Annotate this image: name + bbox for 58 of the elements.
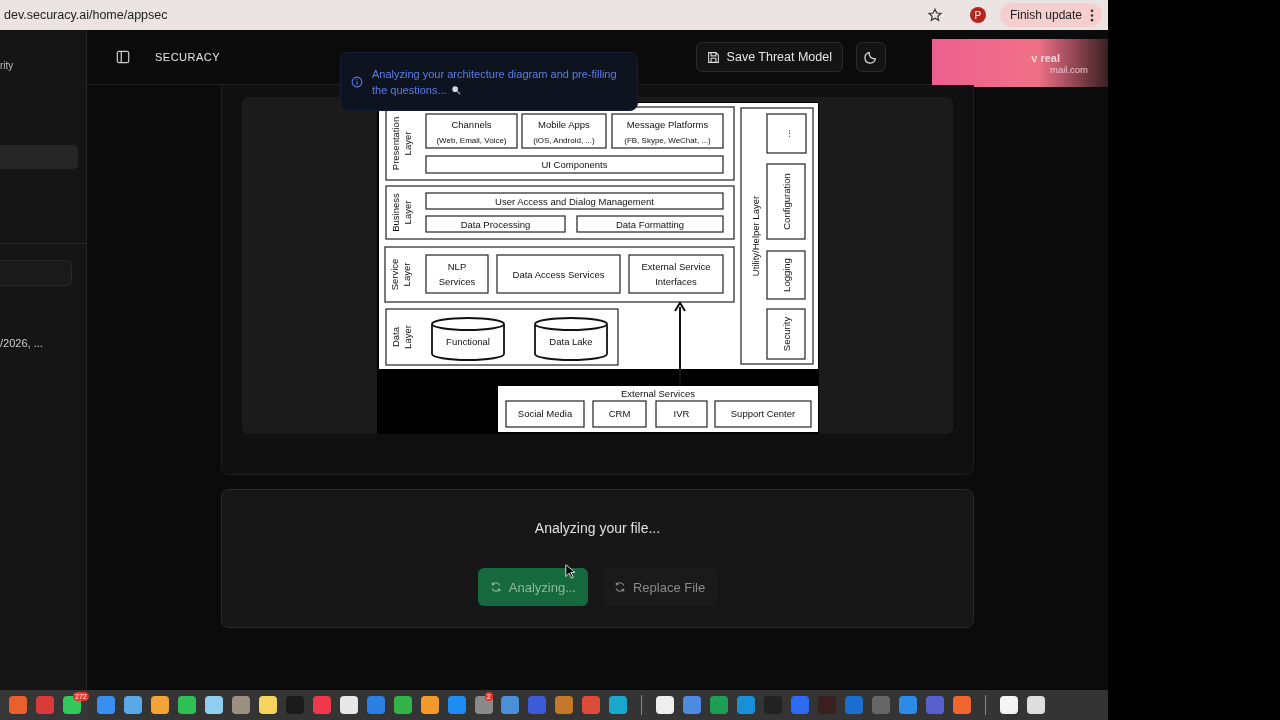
diagram-box: Data Formatting xyxy=(575,215,724,233)
app-icon[interactable] xyxy=(393,696,412,714)
layer-label: Presentation Layer xyxy=(389,116,413,171)
info-icon xyxy=(351,75,363,88)
layer-label: Data Layer xyxy=(389,325,413,349)
diagram-box: Message Platforms (FB, Skype, WeChat, ...) xyxy=(610,113,724,149)
magnifier-icon xyxy=(450,84,461,95)
diagram-box: Data Processing xyxy=(424,215,566,233)
save-icon xyxy=(706,50,720,64)
app-icon[interactable] xyxy=(420,696,439,714)
app-icon[interactable] xyxy=(177,696,196,714)
logo: SECURACY xyxy=(155,51,221,63)
app-icon[interactable] xyxy=(999,696,1018,714)
sidebar-title: rity xyxy=(0,60,15,71)
diagram-box: Logging xyxy=(765,250,806,300)
diagram-box: Mobile Apps (iOS, Android, ...) xyxy=(520,113,607,149)
app-icon[interactable] xyxy=(150,696,169,714)
diagram-box: UI Components xyxy=(424,155,724,174)
app-icon[interactable] xyxy=(655,696,674,714)
diagram-box: Security xyxy=(765,308,806,360)
external-services-title: External Services xyxy=(620,388,695,399)
diagram-box: CRM xyxy=(591,400,647,428)
theme-toggle-button[interactable] xyxy=(856,42,886,72)
diagram-box: Support Center xyxy=(713,400,812,428)
app-icon[interactable] xyxy=(204,696,223,714)
toast-message: Analyzing your architecture diagram and pre-filling the questions... xyxy=(372,66,618,98)
redacted-user-menu[interactable]: v real mail.com xyxy=(932,39,1108,87)
sidebar-toggle-icon[interactable] xyxy=(116,50,130,64)
moon-icon xyxy=(864,50,878,64)
app-icon[interactable] xyxy=(339,696,358,714)
diagram-box: NLP Services xyxy=(424,254,489,294)
finish-update-button[interactable]: Finish update xyxy=(999,3,1102,27)
bookmark-star-icon[interactable] xyxy=(927,8,942,22)
diagram-box: Functional xyxy=(430,317,505,361)
refresh-icon xyxy=(613,581,626,593)
profile-avatar[interactable]: P xyxy=(969,7,986,23)
layer-label: Utility/Helper Layer xyxy=(749,195,761,277)
diagram-box: Channels (Web, Email, Voice) xyxy=(424,113,518,149)
address-bar[interactable]: dev.securacy.ai/home/appsec xyxy=(4,8,918,22)
diagram-box: Configuration xyxy=(765,163,806,240)
app-icon[interactable] xyxy=(258,696,277,714)
diagram-box: External Service Interfaces xyxy=(627,254,724,294)
mouse-cursor-icon xyxy=(565,564,575,579)
diagram-box: User Access and Dialog Management xyxy=(424,192,724,210)
layer-label: Business Layer xyxy=(389,193,413,232)
save-threat-model-button[interactable]: Save Threat Model xyxy=(695,42,843,72)
app-icon[interactable] xyxy=(1026,696,1045,714)
status-message: Analyzing your file... xyxy=(534,520,661,536)
history-entry[interactable]: /2026, ... xyxy=(0,337,86,349)
refresh-icon xyxy=(489,581,502,593)
diagram-box: Data Access Services xyxy=(495,254,621,294)
diagram-box: ... xyxy=(765,113,807,154)
layer-label: Service Layer xyxy=(388,258,412,291)
diagram-box: Data Lake xyxy=(533,317,608,361)
diagram-box: IVR xyxy=(654,400,708,428)
diagram-box: Social Media xyxy=(504,400,585,428)
more-options-icon[interactable] xyxy=(1090,8,1094,22)
app-icon[interactable] xyxy=(123,696,142,714)
